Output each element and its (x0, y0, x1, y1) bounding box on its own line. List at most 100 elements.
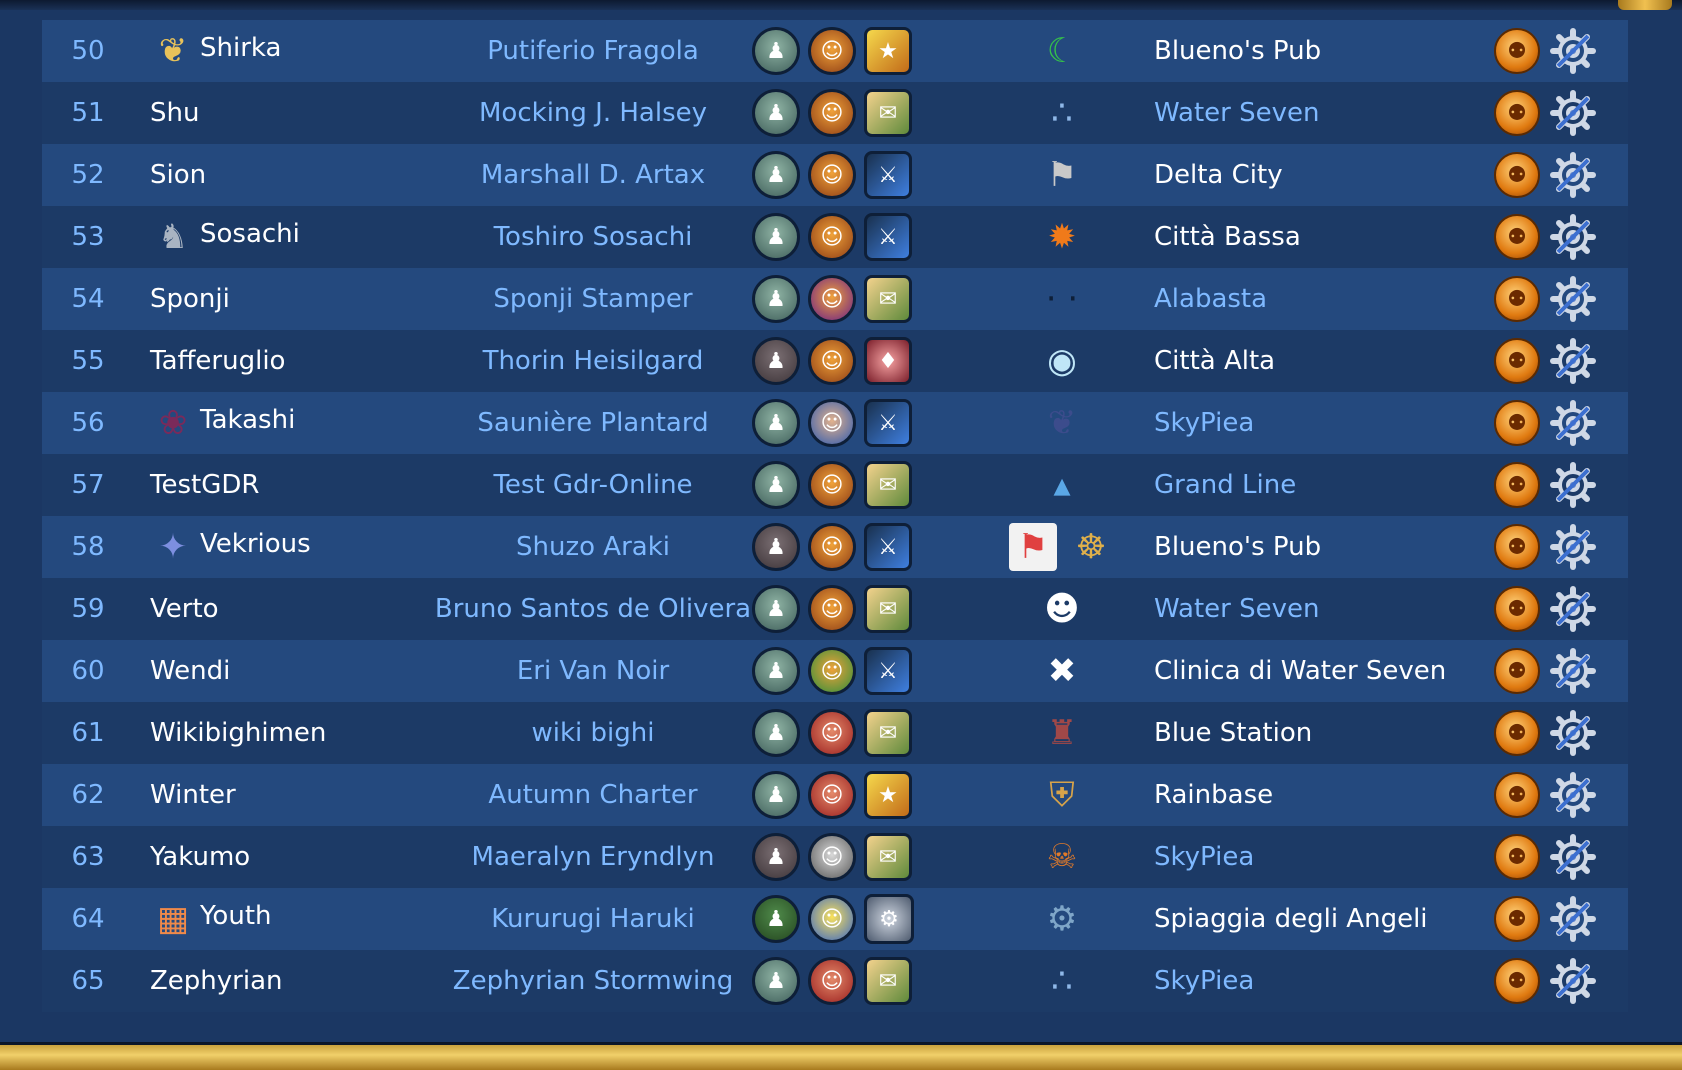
map-tool-icon[interactable]: ✉ (864, 833, 912, 881)
lion-coin-icon[interactable]: ⚉ (1494, 772, 1540, 818)
rank-dark-icon[interactable]: ♟ (752, 833, 800, 881)
shield-tool-icon[interactable]: ♦ (864, 337, 912, 385)
username-link[interactable]: Shu (150, 98, 199, 128)
character-name-link[interactable]: Toshiro Sosachi (410, 206, 776, 268)
user-cell[interactable]: ❦ Shirka (150, 20, 410, 82)
map-tool-icon[interactable]: ✉ (864, 461, 912, 509)
username-link[interactable]: Zephyrian (150, 966, 283, 996)
sword-tool-icon[interactable]: ⚔ (864, 213, 912, 261)
username-link[interactable]: Sosachi (200, 219, 300, 249)
rank-dark-icon[interactable]: ♟ (752, 337, 800, 385)
rank-medal-icon[interactable]: ♟ (752, 151, 800, 199)
username-link[interactable]: Shirka (200, 33, 281, 63)
username-link[interactable]: Tafferuglio (150, 346, 285, 376)
map-tool-icon[interactable]: ✉ (864, 957, 912, 1005)
lion-coin-icon[interactable]: ⚉ (1494, 90, 1540, 136)
character-face-icon[interactable]: ☺ (808, 89, 856, 137)
settings-gear-icon[interactable] (1548, 88, 1598, 138)
character-name-link[interactable]: Maeralyn Eryndlyn (410, 826, 776, 888)
settings-gear-icon[interactable] (1548, 212, 1598, 262)
orange-sun-icon[interactable]: ✹ (1038, 213, 1086, 261)
location-label[interactable]: Alabasta (1154, 268, 1484, 330)
lion-coin-icon[interactable]: ⚉ (1494, 648, 1540, 694)
eye-icon[interactable]: ◉ (1038, 337, 1086, 385)
username-link[interactable]: Wikibighimen (150, 718, 326, 748)
rank-medal-icon[interactable]: ♟ (752, 709, 800, 757)
character-name-link[interactable]: Zephyrian Stormwing (410, 950, 776, 1012)
sword-tool-icon[interactable]: ⚔ (864, 399, 912, 447)
username-link[interactable]: Verto (150, 594, 219, 624)
character-name-link[interactable]: Sponji Stamper (410, 268, 776, 330)
settings-gear-icon[interactable] (1548, 522, 1598, 572)
username-link[interactable]: Takashi (200, 405, 295, 435)
empty-faction-icon[interactable]: · · (1038, 275, 1086, 323)
user-cell[interactable]: Shu (150, 82, 410, 144)
settings-gear-icon[interactable] (1548, 956, 1598, 1006)
username-link[interactable]: Vekrious (200, 529, 311, 559)
rank-medal-icon[interactable]: ♟ (752, 275, 800, 323)
location-label[interactable]: SkyPiea (1154, 826, 1484, 888)
lion-coin-icon[interactable]: ⚉ (1494, 896, 1540, 942)
username-link[interactable]: TestGDR (150, 470, 259, 500)
character-face-icon[interactable]: ☺ (808, 709, 856, 757)
user-cell[interactable]: ♞ Sosachi (150, 206, 410, 268)
rank-medal-icon[interactable]: ♟ (752, 461, 800, 509)
character-face-icon[interactable]: ☺ (808, 27, 856, 75)
lion-coin-icon[interactable]: ⚉ (1494, 214, 1540, 260)
sword-tool-icon[interactable]: ⚔ (864, 151, 912, 199)
user-cell[interactable]: Winter (150, 764, 410, 826)
location-label[interactable]: Water Seven (1154, 578, 1484, 640)
character-face-icon[interactable]: ☺ (808, 523, 856, 571)
username-link[interactable]: Yakumo (150, 842, 250, 872)
username-link[interactable]: Wendi (150, 656, 230, 686)
character-face-icon[interactable]: ☺ (808, 213, 856, 261)
character-name-link[interactable]: Mocking J. Halsey (410, 82, 776, 144)
gear-tool-icon[interactable]: ⚙ (864, 894, 914, 944)
lion-coin-icon[interactable]: ⚉ (1494, 338, 1540, 384)
character-name-link[interactable]: Test Gdr-Online (410, 454, 776, 516)
lion-coin-icon[interactable]: ⚉ (1494, 958, 1540, 1004)
eagle-icon[interactable]: ❦ (1038, 399, 1086, 447)
user-cell[interactable]: TestGDR (150, 454, 410, 516)
settings-gear-icon[interactable] (1548, 708, 1598, 758)
character-name-link[interactable]: Thorin Heisilgard (410, 330, 776, 392)
location-label[interactable]: SkyPiea (1154, 950, 1484, 1012)
character-name-link[interactable]: Putiferio Fragola (410, 20, 776, 82)
three-dots-icon[interactable]: ∴ (1038, 957, 1086, 1005)
character-name-link[interactable]: Bruno Santos de Olivera (410, 578, 776, 640)
rank-medal-icon[interactable]: ♟ (752, 399, 800, 447)
user-cell[interactable]: Wikibighimen (150, 702, 410, 764)
username-link[interactable]: Sponji (150, 284, 230, 314)
map-tool-icon[interactable]: ✉ (864, 585, 912, 633)
map-tool-icon[interactable]: ✉ (864, 709, 912, 757)
rank-green-icon[interactable]: ♟ (752, 895, 800, 943)
user-cell[interactable]: Sponji (150, 268, 410, 330)
lion-coin-icon[interactable]: ⚉ (1494, 400, 1540, 446)
character-name-link[interactable]: Marshall D. Artax (410, 144, 776, 206)
settings-gear-icon[interactable] (1548, 894, 1598, 944)
settings-gear-icon[interactable] (1548, 150, 1598, 200)
crossed-bones-icon[interactable]: ✖ (1038, 647, 1086, 695)
username-link[interactable]: Youth (200, 901, 272, 931)
star-tool-icon[interactable]: ★ (864, 27, 912, 75)
map-tool-icon[interactable]: ✉ (864, 275, 912, 323)
character-face-icon[interactable]: ☺ (808, 833, 856, 881)
pirate-flag-icon[interactable]: ⚑ (1038, 151, 1086, 199)
sword-tool-icon[interactable]: ⚔ (864, 523, 912, 571)
rank-medal-icon[interactable]: ♟ (752, 771, 800, 819)
rank-medal-icon[interactable]: ♟ (752, 585, 800, 633)
green-swirl-icon[interactable]: ☾ (1038, 27, 1086, 75)
user-cell[interactable]: Tafferuglio (150, 330, 410, 392)
three-dots-icon[interactable]: ∴ (1038, 89, 1086, 137)
settings-gear-icon[interactable] (1548, 832, 1598, 882)
rank-medal-icon[interactable]: ♟ (752, 647, 800, 695)
grinning-face-icon[interactable]: ☺ (808, 337, 856, 385)
settings-gear-icon[interactable] (1548, 336, 1598, 386)
character-face-icon[interactable]: ☺ (808, 461, 856, 509)
user-cell[interactable]: ▦ Youth (150, 888, 410, 950)
settings-gear-icon[interactable] (1548, 646, 1598, 696)
character-face-icon[interactable]: ☺ (808, 895, 856, 943)
character-name-link[interactable]: wiki bighi (410, 702, 776, 764)
user-cell[interactable]: ❀ Takashi (150, 392, 410, 454)
lion-coin-icon[interactable]: ⚉ (1494, 462, 1540, 508)
